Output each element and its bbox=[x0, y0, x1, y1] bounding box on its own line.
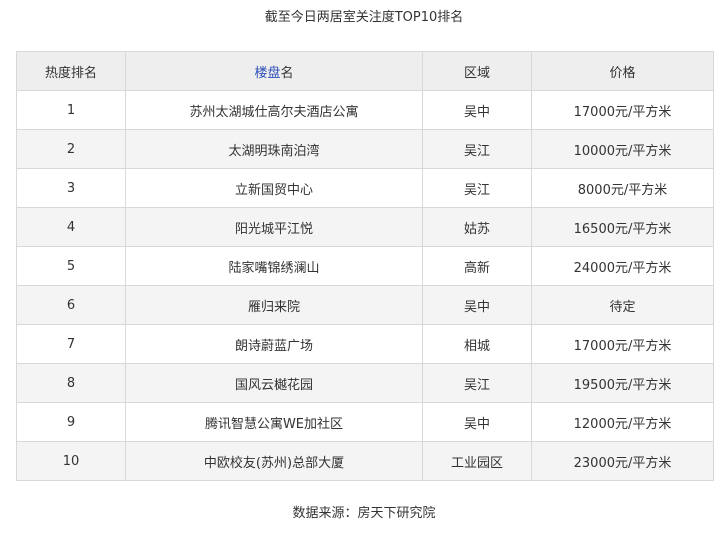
property-name-cell: 朗诗蔚蓝广场 bbox=[125, 324, 423, 364]
property-name-cell: 陆家嘴锦绣澜山 bbox=[125, 246, 423, 286]
rank-cell: 4 bbox=[16, 207, 126, 247]
table-row: 5 陆家嘴锦绣澜山 高新 24000元/平方米 bbox=[16, 246, 714, 286]
area-cell: 吴中 bbox=[422, 402, 532, 442]
rank-cell: 1 bbox=[16, 90, 126, 130]
table-row: 2 太湖明珠南泊湾 吴江 10000元/平方米 bbox=[16, 129, 714, 169]
area-cell: 吴中 bbox=[422, 90, 532, 130]
price-cell: 待定 bbox=[531, 285, 714, 325]
property-name-cell: 立新国贸中心 bbox=[125, 168, 423, 208]
area-cell: 相城 bbox=[422, 324, 532, 364]
area-cell: 吴江 bbox=[422, 168, 532, 208]
table-row: 10 中欧校友(苏州)总部大厦 工业园区 23000元/平方米 bbox=[16, 441, 714, 481]
data-source-note: 数据来源：房天下研究院 bbox=[292, 506, 436, 521]
property-name-cell: 腾讯智慧公寓WE加社区 bbox=[125, 402, 423, 442]
column-header-name-suffix: 名 bbox=[280, 65, 294, 81]
price-cell: 23000元/平方米 bbox=[531, 441, 714, 481]
rank-cell: 7 bbox=[16, 324, 126, 364]
rank-cell: 6 bbox=[16, 285, 126, 325]
rank-cell: 3 bbox=[16, 168, 126, 208]
area-cell: 姑苏 bbox=[422, 207, 532, 247]
area-cell: 吴江 bbox=[422, 129, 532, 169]
table-row: 7 朗诗蔚蓝广场 相城 17000元/平方米 bbox=[16, 324, 714, 364]
property-name-cell: 雁归来院 bbox=[125, 285, 423, 325]
area-cell: 吴中 bbox=[422, 285, 532, 325]
property-link[interactable]: 楼盘 bbox=[254, 66, 280, 81]
rank-cell: 8 bbox=[16, 363, 126, 403]
area-cell: 吴江 bbox=[422, 363, 532, 403]
price-cell: 19500元/平方米 bbox=[531, 363, 714, 403]
column-header-name: 楼盘名 bbox=[125, 51, 423, 91]
property-name-cell: 中欧校友(苏州)总部大厦 bbox=[125, 441, 423, 481]
table-row: 4 阳光城平江悦 姑苏 16500元/平方米 bbox=[16, 207, 714, 247]
table-row: 1 苏州太湖城仕高尔夫酒店公寓 吴中 17000元/平方米 bbox=[16, 90, 714, 130]
table-header-row: 热度排名 楼盘名 区域 价格 bbox=[16, 51, 714, 91]
price-cell: 17000元/平方米 bbox=[531, 324, 714, 364]
column-header-price: 价格 bbox=[531, 51, 714, 91]
rank-cell: 10 bbox=[16, 441, 126, 481]
column-header-rank: 热度排名 bbox=[16, 51, 126, 91]
rank-cell: 9 bbox=[16, 402, 126, 442]
area-cell: 工业园区 bbox=[422, 441, 532, 481]
table-row: 3 立新国贸中心 吴江 8000元/平方米 bbox=[16, 168, 714, 208]
price-cell: 17000元/平方米 bbox=[531, 90, 714, 130]
table-row: 8 国风云樾花园 吴江 19500元/平方米 bbox=[16, 363, 714, 403]
rank-cell: 5 bbox=[16, 246, 126, 286]
property-name-cell: 国风云樾花园 bbox=[125, 363, 423, 403]
table-row: 6 雁归来院 吴中 待定 bbox=[16, 285, 714, 325]
area-cell: 高新 bbox=[422, 246, 532, 286]
price-cell: 24000元/平方米 bbox=[531, 246, 714, 286]
rank-cell: 2 bbox=[16, 129, 126, 169]
table-row: 9 腾讯智慧公寓WE加社区 吴中 12000元/平方米 bbox=[16, 402, 714, 442]
price-cell: 12000元/平方米 bbox=[531, 402, 714, 442]
price-cell: 16500元/平方米 bbox=[531, 207, 714, 247]
price-cell: 8000元/平方米 bbox=[531, 168, 714, 208]
property-name-cell: 苏州太湖城仕高尔夫酒店公寓 bbox=[125, 90, 423, 130]
column-header-area: 区域 bbox=[422, 51, 532, 91]
ranking-table: 热度排名 楼盘名 区域 价格 1 苏州太湖城仕高尔夫酒店公寓 吴中 17000元… bbox=[16, 51, 714, 481]
price-cell: 10000元/平方米 bbox=[531, 129, 714, 169]
property-name-cell: 太湖明珠南泊湾 bbox=[125, 129, 423, 169]
page-title: 截至今日两居室关注度TOP10排名 bbox=[264, 10, 464, 25]
property-name-cell: 阳光城平江悦 bbox=[125, 207, 423, 247]
